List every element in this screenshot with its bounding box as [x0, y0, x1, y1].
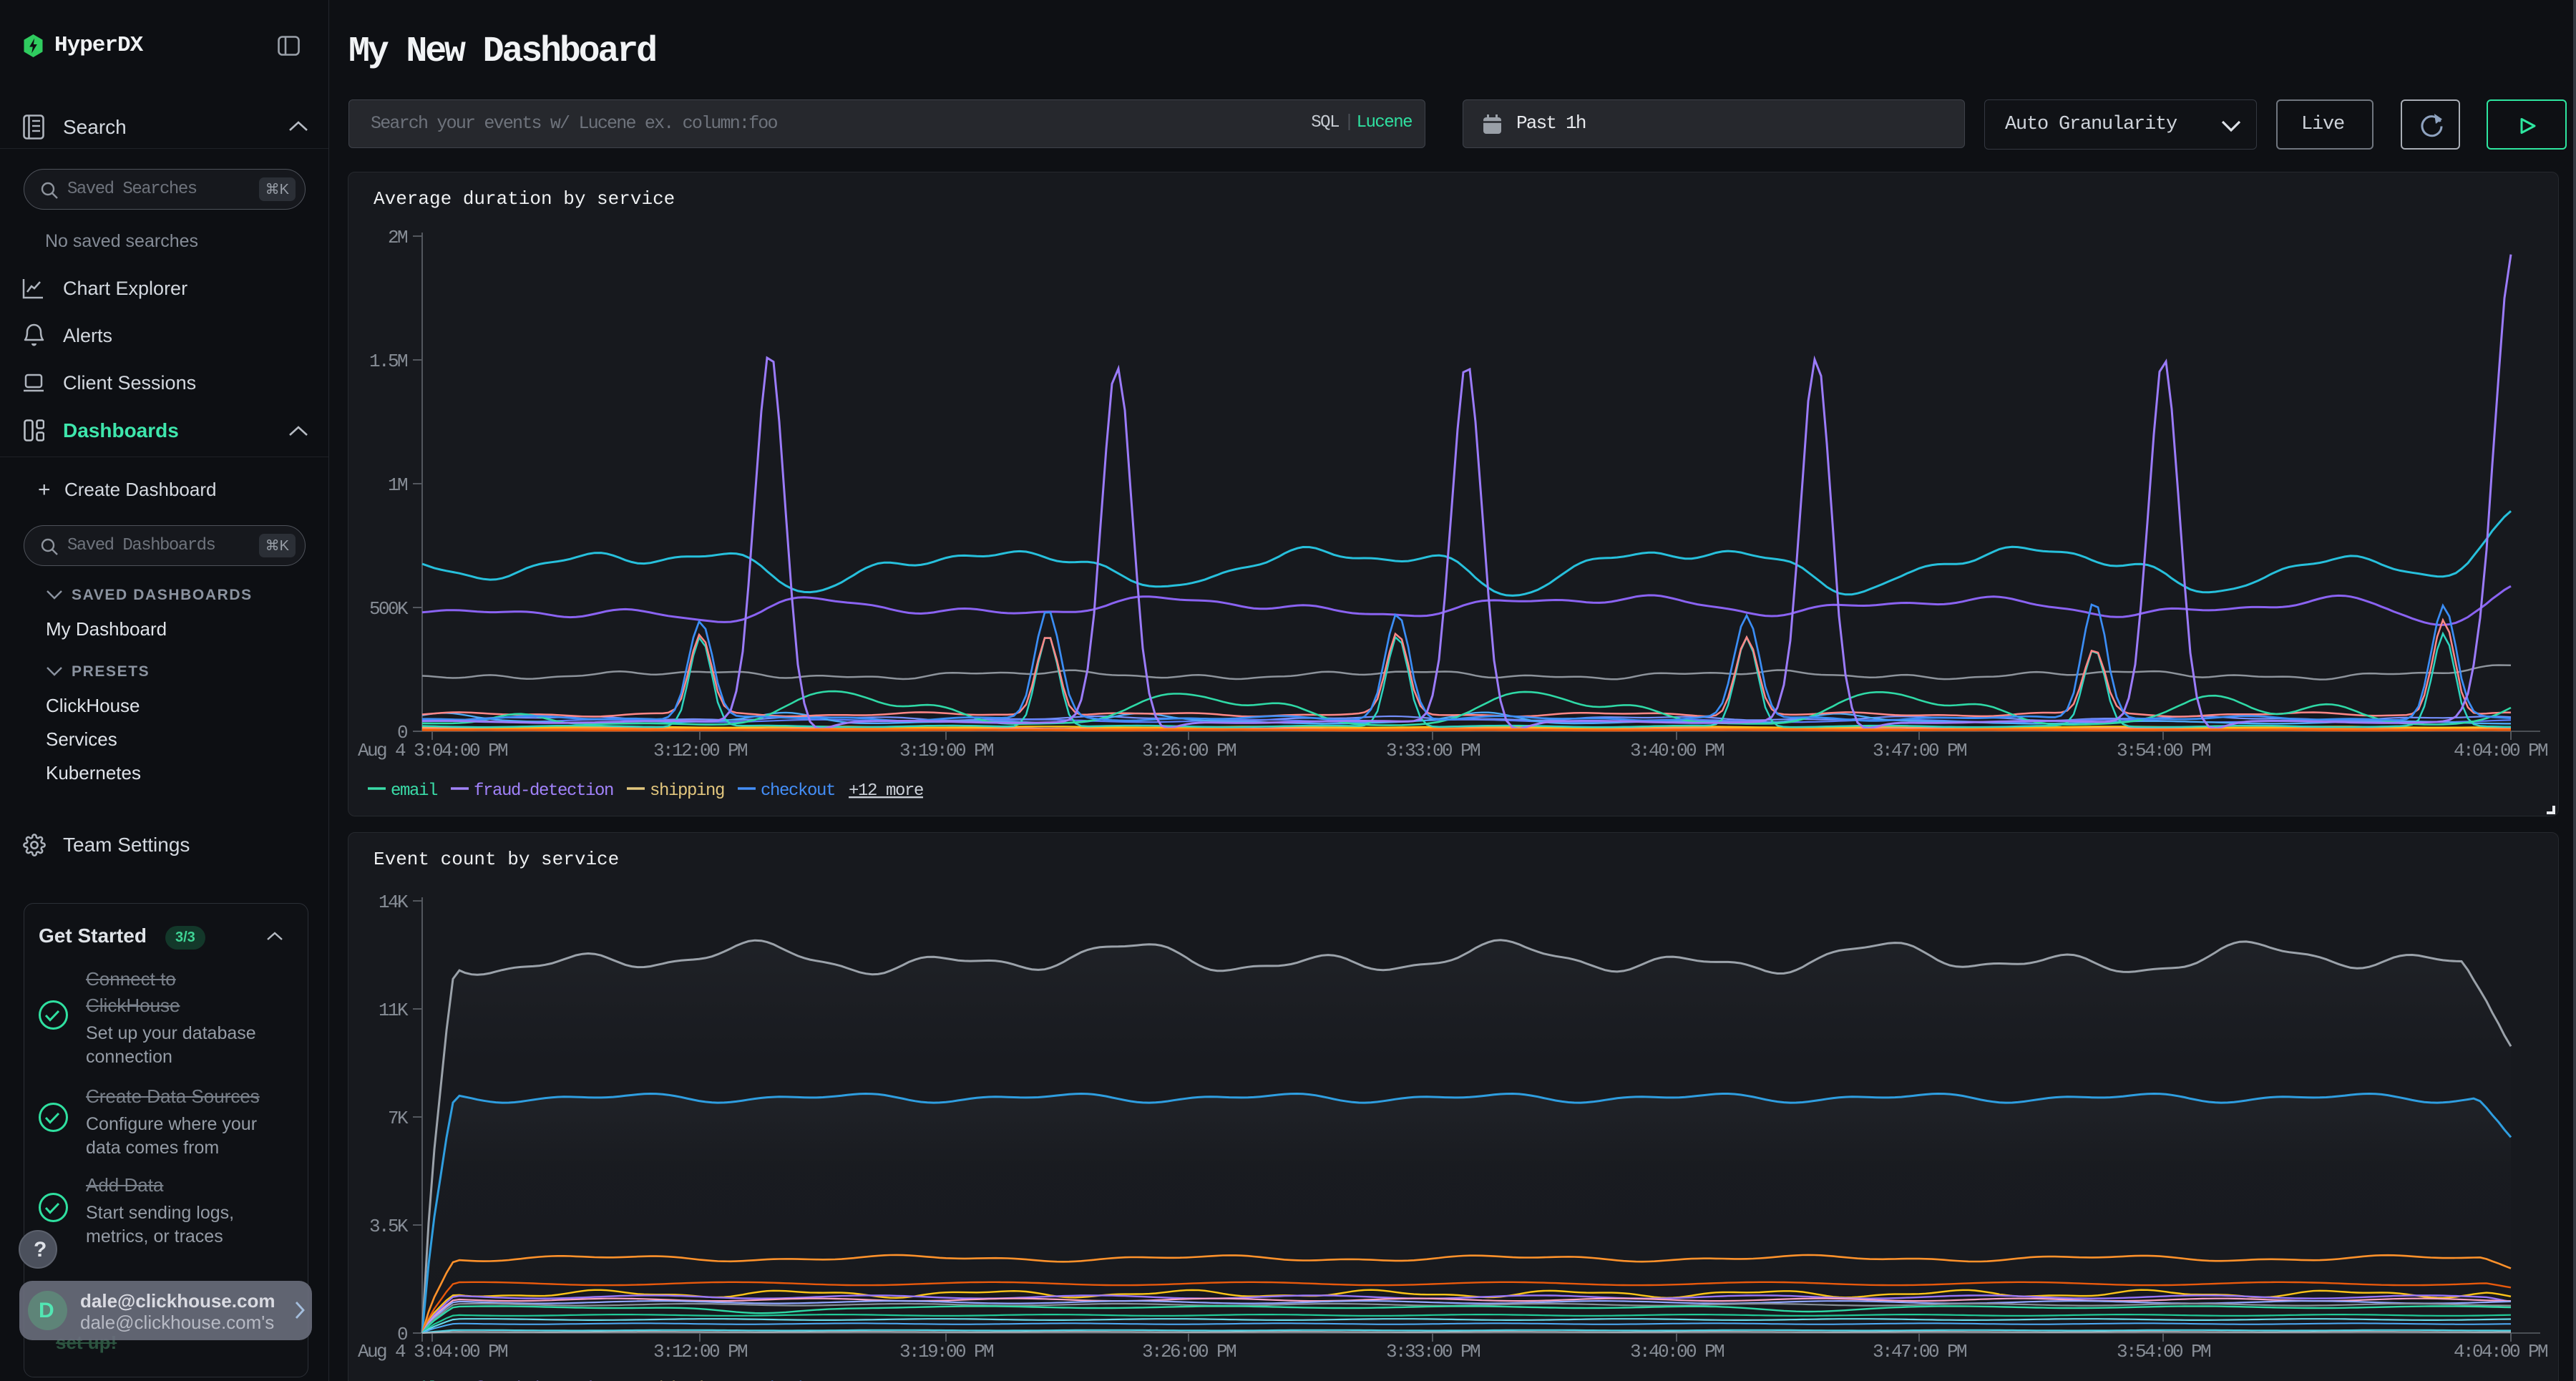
svg-text:3.5K: 3.5K — [369, 1216, 409, 1237]
svg-text:14K: 14K — [379, 892, 409, 913]
svg-text:4:04:00 PM: 4:04:00 PM — [2454, 1341, 2547, 1362]
svg-text:3:12:00 PM: 3:12:00 PM — [653, 1341, 747, 1362]
svg-text:3:19:00 PM: 3:19:00 PM — [899, 1341, 993, 1362]
svg-text:3:33:00 PM: 3:33:00 PM — [1386, 1341, 1480, 1362]
svg-text:3:26:00 PM: 3:26:00 PM — [1142, 1341, 1236, 1362]
svg-text:11K: 11K — [379, 1000, 409, 1021]
svg-text:3:40:00 PM: 3:40:00 PM — [1630, 1341, 1724, 1362]
svg-text:7K: 7K — [388, 1108, 409, 1129]
svg-text:3:47:00 PM: 3:47:00 PM — [1873, 1341, 1966, 1362]
svg-text:3:54:00 PM: 3:54:00 PM — [2117, 1341, 2210, 1362]
svg-text:Aug 4 3:04:00 PM: Aug 4 3:04:00 PM — [358, 1341, 507, 1362]
